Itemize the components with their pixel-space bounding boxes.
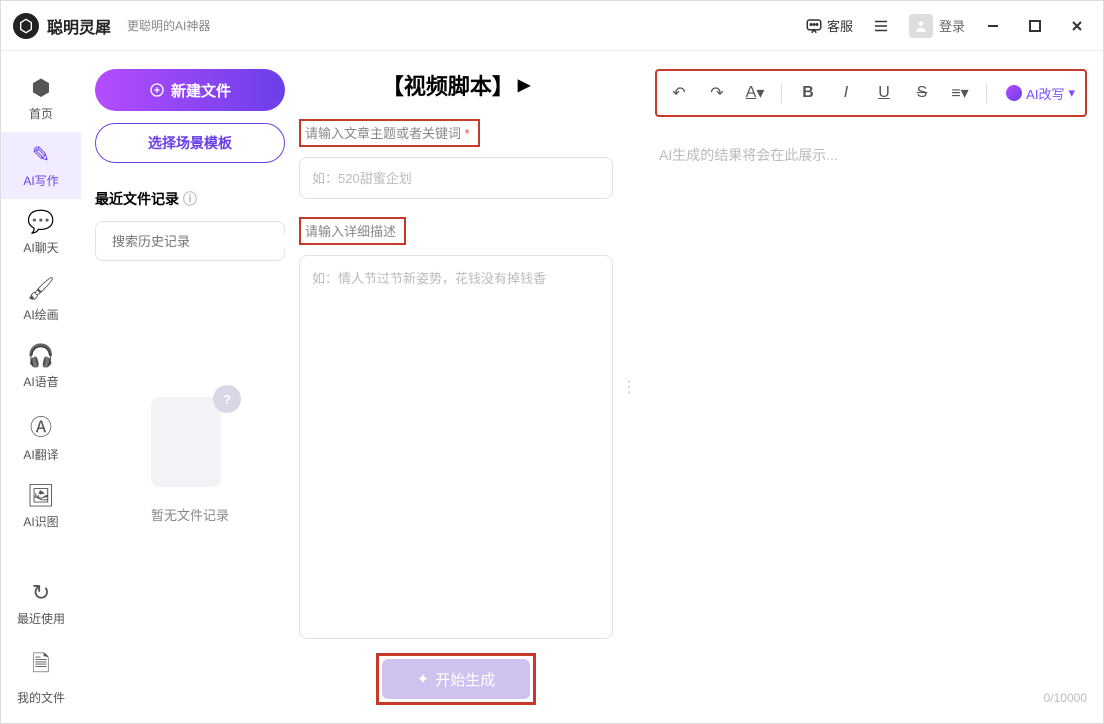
new-file-button[interactable]: 新建文件: [95, 69, 285, 111]
sidebar-item-recent[interactable]: ↻最近使用: [1, 570, 81, 637]
sidebar-item-paint[interactable]: 🖌AI绘画: [1, 266, 81, 333]
titlebar: 聪明灵犀 更聪明的AI神器 客服 登录: [1, 1, 1103, 51]
output-panel: ↶ ↷ A▾ B I U S ≡▾ AI改写 ▾ AI生成的结果将会在此展示..…: [639, 51, 1103, 723]
topic-label: 请输入文章主题或者关键词 *: [299, 119, 480, 147]
brush-icon: 🖌: [27, 276, 55, 302]
bold-button[interactable]: B: [796, 81, 820, 105]
sidebar: ⬢首页 ✎AI写作 💬AI聊天 🖌AI绘画 🎧AI语音 ⒶAI翻译 🖼AI识图 …: [1, 51, 81, 723]
recent-header: 最近文件记录 ⓘ: [95, 189, 285, 209]
topic-input[interactable]: [299, 157, 613, 199]
image-icon: 🖼: [27, 483, 55, 509]
sidebar-item-translate[interactable]: ⒶAI翻译: [1, 400, 81, 473]
menu-button[interactable]: [867, 12, 895, 40]
editor-toolbar: ↶ ↷ A▾ B I U S ≡▾ AI改写 ▾: [655, 69, 1087, 117]
search-box[interactable]: [95, 221, 285, 261]
pen-icon: ✎: [32, 142, 50, 168]
search-input[interactable]: [112, 234, 288, 249]
login-button[interactable]: 登录: [909, 14, 965, 38]
panel-title[interactable]: 【视频脚本】 ▶: [299, 69, 613, 101]
align-button[interactable]: ≡▾: [948, 81, 972, 105]
sidebar-item-home[interactable]: ⬢首页: [1, 65, 81, 132]
char-counter: 0/10000: [655, 691, 1087, 705]
close-button[interactable]: [1063, 12, 1091, 40]
detail-input[interactable]: [299, 255, 613, 639]
input-panel: 【视频脚本】 ▶ 请输入文章主题或者关键词 * 请输入详细描述 ✦ 开始生成: [299, 51, 619, 723]
play-icon: ▶: [518, 75, 530, 95]
sidebar-item-writing[interactable]: ✎AI写作: [1, 132, 81, 199]
sidebar-item-image[interactable]: 🖼AI识图: [1, 473, 81, 540]
plus-circle-icon: [149, 82, 165, 98]
app-logo: 聪明灵犀 更聪明的AI神器: [13, 13, 210, 39]
support-button[interactable]: 客服: [805, 16, 853, 35]
ai-rewrite-button[interactable]: AI改写 ▾: [1006, 84, 1075, 103]
empty-label: 暂无文件记录: [151, 505, 229, 524]
output-area[interactable]: AI生成的结果将会在此展示...: [655, 141, 1087, 685]
login-label: 登录: [939, 16, 965, 35]
underline-button[interactable]: U: [872, 81, 896, 105]
sidebar-item-files[interactable]: 🗎我的文件: [1, 637, 81, 716]
sidebar-item-chat[interactable]: 💬AI聊天: [1, 199, 81, 266]
file-icon: 🗎: [32, 647, 50, 685]
sparkle-icon: ✦: [417, 670, 430, 688]
support-label: 客服: [827, 16, 853, 35]
empty-illustration: ?: [145, 391, 235, 491]
generate-button[interactable]: ✦ 开始生成: [382, 659, 530, 699]
ai-icon: [1006, 85, 1022, 101]
empty-state: ? 暂无文件记录: [95, 391, 285, 524]
italic-button[interactable]: I: [834, 81, 858, 105]
strike-button[interactable]: S: [910, 81, 934, 105]
app-title: 聪明灵犀: [47, 14, 111, 38]
chat-bubble-icon: [805, 17, 823, 35]
font-color-button[interactable]: A▾: [743, 81, 767, 105]
minimize-button[interactable]: [979, 12, 1007, 40]
home-icon: ⬢: [31, 75, 50, 101]
undo-button[interactable]: ↶: [667, 81, 691, 105]
app-subtitle: 更聪明的AI神器: [127, 17, 210, 34]
chat-icon: 💬: [27, 209, 54, 235]
chevron-down-icon: ▾: [1068, 85, 1075, 101]
sidebar-item-audio[interactable]: 🎧AI语音: [1, 333, 81, 400]
file-panel: 新建文件 选择场景模板 最近文件记录 ⓘ ? 暂无文件记录: [81, 51, 299, 723]
drag-handle[interactable]: ⋮: [619, 51, 639, 723]
maximize-button[interactable]: [1021, 12, 1049, 40]
redo-button[interactable]: ↷: [705, 81, 729, 105]
translate-icon: Ⓐ: [30, 410, 52, 442]
help-icon[interactable]: ⓘ: [183, 189, 197, 209]
detail-label: 请输入详细描述: [299, 217, 406, 245]
logo-icon: [13, 13, 39, 39]
avatar-icon: [909, 14, 933, 38]
clock-icon: ↻: [32, 580, 50, 606]
headphone-icon: 🎧: [27, 343, 54, 369]
template-button[interactable]: 选择场景模板: [95, 123, 285, 163]
